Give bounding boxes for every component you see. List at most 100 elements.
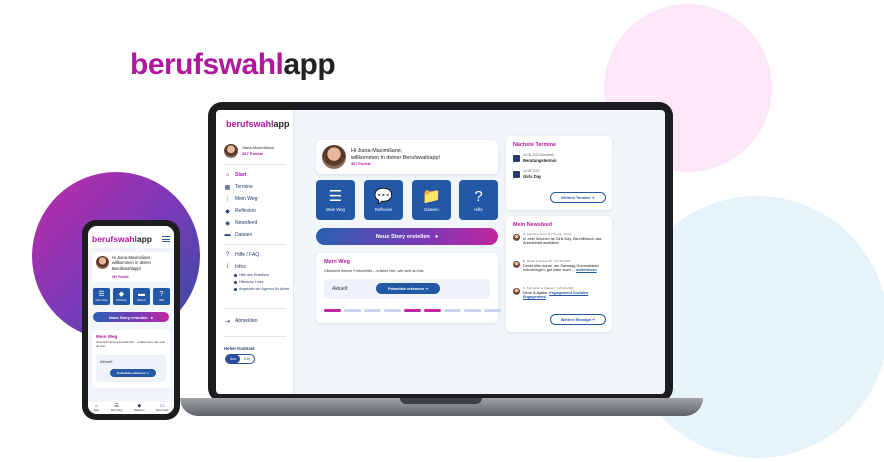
avatar (513, 288, 520, 295)
path-icon: ⋮ (224, 196, 231, 203)
phone-tile-reflexion[interactable]: ◆ Reflexion (113, 288, 130, 305)
phone-tile-hilfe[interactable]: ? Hilfe (153, 288, 170, 305)
bullet-icon (234, 273, 237, 277)
sidebar-divider (224, 336, 286, 337)
weitere-eintraege-button[interactable]: Weitere Einträge ➔ (550, 314, 606, 325)
sidebar-logo[interactable]: berufswahlapp (226, 120, 290, 129)
sidebar-user[interactable]: Jiana-Maximiliane 367 Punkte (224, 142, 288, 160)
kontrast-label: Hoher Kontrast (224, 346, 255, 351)
avatar (513, 234, 520, 241)
news-item[interactable]: B. Müller ▸ Klasse 8b | 22.06.2020 Denkt … (513, 259, 607, 273)
menu-icon[interactable] (162, 236, 170, 242)
laptop-notch (400, 398, 482, 404)
termin-item[interactable]: 12.08.2020 Girls Day (513, 169, 541, 179)
progress-segment (484, 309, 501, 312)
sidebar-item-infos[interactable]: i Infos (224, 262, 290, 272)
toggle-option-aus[interactable]: Aus (226, 355, 240, 363)
termin-item[interactable]: 24.06.2020 Bloschek Beratungstermin (513, 153, 557, 163)
news-item[interactable]: S. Schulz ▸ Stufe 11 | Heute, 14:03 In zw… (513, 232, 607, 246)
bullet-icon (234, 287, 237, 291)
newsfeed-card: Mein Newsfeed S. Schulz ▸ Stufe 11 | Heu… (506, 216, 612, 332)
toggle-option-ein[interactable]: Ein (240, 357, 254, 361)
avatar (96, 256, 109, 269)
phone-points: 367 Punkte (112, 275, 129, 279)
arrow-right-icon: ➔ (424, 287, 429, 291)
help-icon: ? (474, 187, 483, 205)
arrow-right-icon: ➔ (591, 318, 596, 322)
info-icon: i (226, 264, 229, 270)
rss-icon: ◉ (224, 220, 231, 227)
phone-weg-desc: Übersicht deines Fortschritts – erfahre … (96, 340, 165, 348)
progress-segment (404, 309, 421, 312)
aktuell-box: Aktuell: Potentiale erkennen ➔ (324, 279, 490, 299)
avatar (322, 145, 346, 169)
bottom-nav-start[interactable]: ⌂ Start (94, 404, 99, 413)
folder-icon: ▬ (138, 291, 145, 298)
sidebar-item-dateien[interactable]: ▬ Dateien (224, 230, 290, 240)
chat-icon: ● (150, 314, 154, 320)
user-points: 367 Punkte (242, 150, 264, 156)
phone-logo[interactable]: berufswahlapp (92, 235, 152, 244)
phone-tile-mein-weg[interactable]: ☰ Mein Weg (93, 288, 110, 305)
sidebar-divider (224, 244, 286, 245)
speech-icon: ◆ (225, 208, 230, 215)
phone-tile-dateien[interactable]: ▬ Dateien (133, 288, 150, 305)
phone-new-story-button[interactable]: Neue Story erstellen ● (93, 312, 169, 322)
potentiale-button[interactable]: Potentiale erkennen ➔ (376, 283, 440, 294)
sidebar-item-reflexion[interactable]: ◆ Reflexion (224, 206, 290, 216)
new-story-button[interactable]: Neue Story erstellen ● (316, 228, 498, 245)
tile-reflexion[interactable]: 💬 Reflexion (364, 180, 403, 220)
laptop-screen: berufswahlapp Jiana-Maximiliane 367 Punk… (216, 110, 665, 394)
help-icon: ? (159, 291, 164, 298)
sidebar-subitem[interactable]: Angebote der Agentur für Arbeit (234, 287, 290, 291)
phone-header: berufswahlapp (88, 226, 174, 248)
sidebar-subitem[interactable]: Hilfreiche Links (234, 280, 290, 284)
phone-mein-weg-card: Mein Weg Übersicht deines Fortschritts –… (92, 330, 170, 388)
phone-potentiale-button[interactable]: Potentiale erkennen ➔ (110, 369, 156, 377)
news-item[interactable]: S. Schneider ▸ Klasse 7 | 15.06.2020 Neue… (513, 286, 607, 300)
bottom-nav-mein-fach[interactable]: ▭ Mein Fach (156, 404, 168, 413)
weiterlesen-link[interactable]: weiterlesen (576, 268, 597, 272)
progress-segment (424, 309, 441, 312)
phone-aktuell-box: Aktuell: Potentiale erkennen ➔ (96, 355, 166, 382)
kontrast-toggle[interactable]: Aus Ein (225, 354, 255, 364)
arrow-right-icon: ➔ (591, 196, 595, 200)
bottom-nav-reflexion[interactable]: ◆ Reflexion (134, 404, 145, 413)
speech-icon: ◆ (118, 291, 125, 298)
path-icon: ☰ (328, 187, 343, 205)
sidebar-item-mein-weg[interactable]: ⋮ Mein Weg (224, 194, 290, 204)
progress-segment (324, 309, 341, 312)
sidebar-item-start[interactable]: ⌂ Start (224, 170, 290, 180)
bottom-nav-mein-weg[interactable]: ☰ Mein Weg (111, 404, 123, 413)
help-icon: ? (225, 252, 230, 258)
termine-title: Nächste Termine (513, 142, 557, 148)
sidebar-subitem[interactable]: Hilfe des Erstellers (234, 273, 290, 277)
sidebar-item-newsfeed[interactable]: ◉ Newsfeed (224, 218, 290, 228)
path-icon: ☰ (98, 291, 105, 298)
newsfeed-title: Mein Newsfeed (513, 222, 552, 228)
logout-icon: ⇥ (224, 318, 231, 325)
sidebar-divider (224, 308, 286, 309)
calendar-icon (513, 171, 520, 178)
mein-weg-card: Mein Weg Übersicht deines Fortschritts –… (316, 253, 501, 323)
sidebar-item-logout[interactable]: ⇥ Abmelden (224, 316, 290, 326)
sidebar-item-hilfe[interactable]: ? Hilfe / FAQ (224, 250, 290, 260)
welcome-subline: willkommen in deiner Berufswahlapp! (351, 155, 440, 162)
tile-hilfe[interactable]: ? Hilfe (459, 180, 498, 220)
phone-weg-title: Mein Weg (96, 334, 118, 339)
phone-welcome-card: Hi Jiana-Maximiliane, willkommen in dein… (92, 252, 170, 282)
stage: berufswahlapp berufswahlapp Jiana-Maximi… (0, 0, 884, 462)
weitere-termine-button[interactable]: Weitere Termine ➔ (550, 192, 606, 203)
progress-bar (324, 309, 501, 312)
phone-screen: berufswahlapp Hi Jiana-Maximiliane, will… (88, 226, 174, 414)
calendar-icon (513, 155, 520, 162)
avatar (513, 261, 520, 268)
sidebar-divider (224, 164, 286, 165)
welcome-greeting: Hi Jiana-Maximiliane, (351, 148, 403, 154)
sidebar-item-termine[interactable]: ▦ Termine (224, 182, 290, 192)
avatar (224, 144, 238, 158)
tile-mein-weg[interactable]: ☰ Mein Weg (316, 180, 355, 220)
bullet-icon (234, 280, 237, 284)
tile-dateien[interactable]: 📁 Dateien (412, 180, 451, 220)
progress-segment (464, 309, 481, 312)
